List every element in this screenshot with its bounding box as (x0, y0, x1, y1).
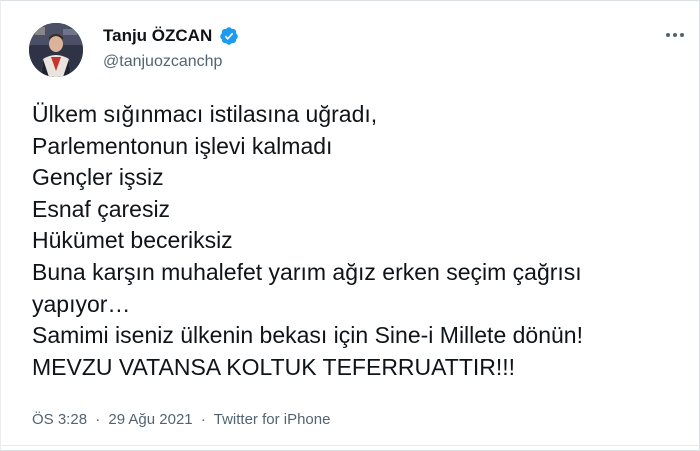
tweet-source[interactable]: Twitter for iPhone (214, 411, 331, 428)
tweet-text: Ülkem sığınmacı istilasına uğradı, Parle… (32, 99, 682, 383)
more-horizontal-icon[interactable] (663, 27, 687, 43)
avatar-photo (29, 23, 83, 77)
author-handle[interactable]: @tanjuozcanchp (103, 53, 222, 71)
tweet-time[interactable]: ÖS 3:28 (32, 411, 87, 428)
tweet-line: Ülkem sığınmacı istilasına uğradı, (32, 101, 378, 127)
tweet-metadata: ÖS 3:28 · 29 Ağu 2021 · Twitter for iPho… (32, 411, 330, 428)
tweet-line: Hükümet beceriksiz (32, 227, 233, 254)
author-name[interactable]: Tanju ÖZCAN (103, 26, 212, 46)
tweet-card: Tanju ÖZCAN @tanjuozcanchp Ülkem sığınma… (0, 0, 700, 451)
meta-separator: · (200, 411, 206, 428)
divider (1, 445, 700, 446)
tweet-date[interactable]: 29 Ağu 2021 (108, 411, 192, 428)
verified-badge-icon (220, 27, 238, 45)
tweet-line: yapıyor… (32, 290, 131, 317)
tweet-line: MEVZU VATANSA KOLTUK TEFERRUATTIR!!! (32, 353, 516, 380)
avatar[interactable] (29, 23, 83, 77)
tweet-line: Esnaf çaresiz (32, 195, 171, 222)
tweet-line: Gençler işsiz (32, 164, 164, 191)
tweet-line: Parlementonun işlevi kalmadı (32, 132, 333, 159)
meta-separator: · (95, 411, 101, 428)
tweet-line: Samimi iseniz ülkenin bekası için Sine-i… (32, 322, 583, 349)
tweet-line: Buna karşın muhalefet yarım ağız erken s… (32, 258, 582, 285)
